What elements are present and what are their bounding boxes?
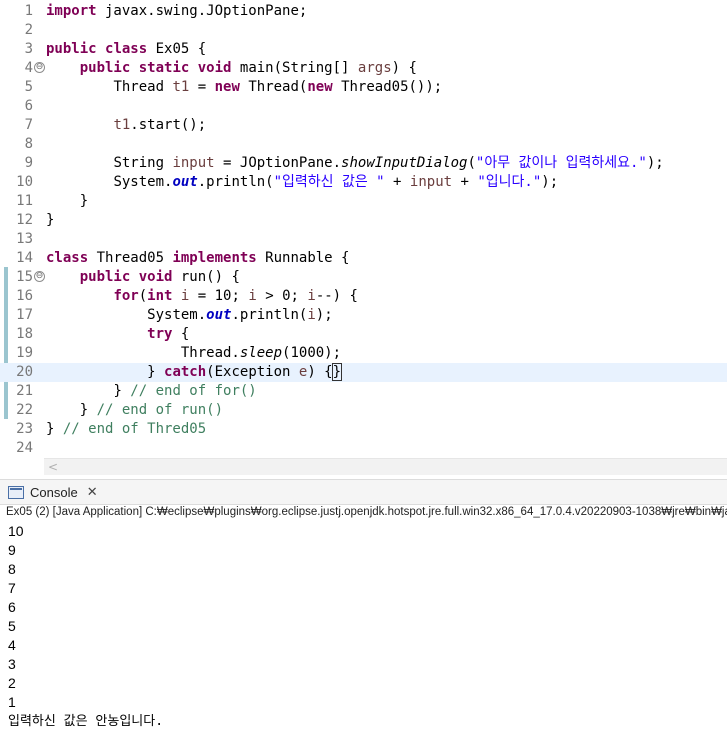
line-number: 9 [24, 155, 33, 171]
code-line-17[interactable]: 17 System.out.println(i); [0, 306, 727, 325]
code-line-1[interactable]: 1 import javax.swing.JOptionPane; [0, 2, 727, 21]
line-number: 5 [24, 79, 33, 95]
code-text[interactable]: public class Ex05 { [46, 40, 206, 59]
line-number: 14 [16, 250, 33, 266]
horizontal-scrollbar[interactable]: < [44, 458, 727, 475]
scroll-left-icon[interactable]: < [48, 459, 58, 475]
code-text[interactable]: for(int i = 10; i > 0; i--) { [46, 287, 358, 306]
code-editor[interactable]: 1 import javax.swing.JOptionPane; 2 3 pu… [0, 0, 727, 458]
code-line-19[interactable]: 19 Thread.sleep(1000); [0, 344, 727, 363]
console-output-line: 2 [8, 675, 16, 691]
code-line-13[interactable]: 13 [0, 230, 727, 249]
line-number: 15 [16, 269, 33, 285]
code-text[interactable]: } // end of run() [46, 401, 223, 420]
code-line-21[interactable]: 21 } // end of for() [0, 382, 727, 401]
console-output-line: 9 [8, 542, 16, 558]
code-text[interactable]: } // end of for() [46, 382, 256, 401]
line-number: 20 [16, 364, 33, 380]
code-text[interactable]: } [46, 192, 88, 211]
code-line-10[interactable]: 10 System.out.println("입력하신 값은 " + input… [0, 173, 727, 192]
tab-console-label: Console [30, 484, 78, 500]
console-output-final-line: 입력하신 값은 안농입니다. [8, 714, 164, 729]
console-output-line: 8 [8, 561, 16, 577]
code-line-11[interactable]: 11 } [0, 192, 727, 211]
console-output-line: 7 [8, 580, 16, 596]
line-number: 6 [24, 98, 33, 114]
code-line-5[interactable]: 5 Thread t1 = new Thread(new Thread05())… [0, 78, 727, 97]
code-text[interactable]: System.out.println("입력하신 값은 " + input + … [46, 173, 558, 192]
line-number: 24 [16, 440, 33, 456]
console-icon [8, 485, 24, 499]
code-line-15[interactable]: 15 ⊖ public void run() { [0, 268, 727, 287]
line-number: 18 [16, 326, 33, 342]
console-output-line: 3 [8, 656, 16, 672]
line-number: 12 [16, 212, 33, 228]
code-line-2[interactable]: 2 [0, 21, 727, 40]
close-icon[interactable]: ✕ [87, 484, 98, 500]
console-output-line: 1 [8, 694, 16, 710]
line-number: 11 [16, 193, 33, 209]
tab-console[interactable]: Console ✕ [8, 482, 98, 502]
code-text[interactable]: class Thread05 implements Runnable { [46, 249, 349, 268]
code-line-4[interactable]: 4 ⊖ public static void main(String[] arg… [0, 59, 727, 78]
line-number: 8 [24, 136, 33, 152]
console-output-line: 5 [8, 618, 16, 634]
line-number: 3 [24, 41, 33, 57]
console-output[interactable]: 10 9 8 7 6 5 4 3 2 1 입력하신 값은 안농입니다. [8, 522, 163, 731]
code-text[interactable]: } [46, 211, 54, 230]
code-line-8[interactable]: 8 [0, 135, 727, 154]
code-text[interactable]: t1.start(); [46, 116, 206, 135]
line-number: 22 [16, 402, 33, 418]
code-line-6[interactable]: 6 [0, 97, 727, 116]
code-line-14[interactable]: 14 class Thread05 implements Runnable { [0, 249, 727, 268]
fold-collapse-icon[interactable]: ⊖ [34, 271, 45, 282]
code-text[interactable]: System.out.println(i); [46, 306, 332, 325]
fold-collapse-icon[interactable]: ⊖ [34, 62, 45, 73]
line-number: 2 [24, 22, 33, 38]
code-text[interactable]: import javax.swing.JOptionPane; [46, 2, 307, 21]
code-text[interactable]: Thread.sleep(1000); [46, 344, 341, 363]
line-number: 13 [16, 231, 33, 247]
matching-bracket: } [331, 363, 343, 381]
code-line-18[interactable]: 18 try { [0, 325, 727, 344]
code-line-16[interactable]: 16 for(int i = 10; i > 0; i--) { [0, 287, 727, 306]
code-line-24[interactable]: 24 [0, 439, 727, 458]
code-text[interactable]: public void run() { [46, 268, 240, 287]
code-text[interactable]: try { [46, 325, 189, 344]
code-line-3[interactable]: 3 public class Ex05 { [0, 40, 727, 59]
code-text[interactable]: public static void main(String[] args) { [46, 59, 417, 78]
line-number: 17 [16, 307, 33, 323]
console-output-line: 6 [8, 599, 16, 615]
line-number: 19 [16, 345, 33, 361]
line-number: 16 [16, 288, 33, 304]
console-output-line: 10 [8, 523, 24, 539]
code-text[interactable]: } // end of Thred05 [46, 420, 206, 439]
line-number: 10 [16, 174, 33, 190]
line-number: 4 [24, 60, 33, 76]
code-text[interactable]: } catch(Exception e) {} [46, 363, 343, 382]
line-number: 23 [16, 421, 33, 437]
code-line-12[interactable]: 12 } [0, 211, 727, 230]
code-line-9[interactable]: 9 String input = JOptionPane.showInputDi… [0, 154, 727, 173]
code-line-22[interactable]: 22 } // end of run() [0, 401, 727, 420]
code-text[interactable]: String input = JOptionPane.showInputDial… [46, 154, 663, 173]
code-line-20-current[interactable]: 20 } catch(Exception e) {} [0, 363, 727, 382]
line-number: 7 [24, 117, 33, 133]
code-line-23[interactable]: 23 } // end of Thred05 [0, 420, 727, 439]
console-tab-bar: Console ✕ [0, 479, 727, 505]
console-output-line: 4 [8, 637, 16, 653]
code-line-7[interactable]: 7 t1.start(); [0, 116, 727, 135]
line-number: 21 [16, 383, 33, 399]
line-number: 1 [24, 3, 33, 19]
code-text[interactable]: Thread t1 = new Thread(new Thread05()); [46, 78, 442, 97]
console-process-description: Ex05 (2) [Java Application] C:₩eclipse₩p… [6, 506, 727, 518]
